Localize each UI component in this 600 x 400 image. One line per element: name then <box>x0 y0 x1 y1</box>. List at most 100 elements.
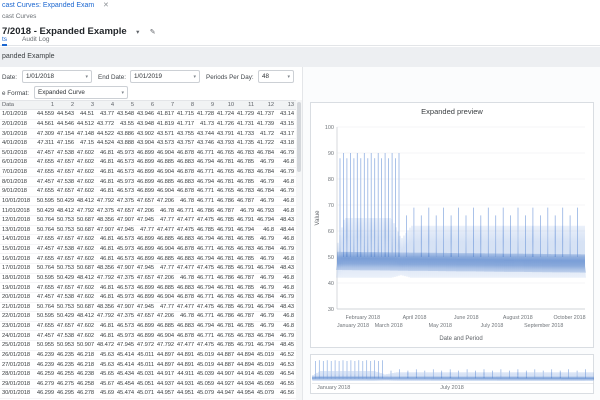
svg-text:90: 90 <box>328 151 334 157</box>
row-date: 24/01/2018 <box>2 332 31 339</box>
table-row[interactable]: 4/01/2018 47.311 47.156 47.15 44.524 43.888 43… <box>0 139 296 149</box>
cell-value: 46.787 <box>216 207 234 214</box>
table-row[interactable]: 18/01/2018 50.595 50.429 48.412 47.792 47.375… <box>0 274 296 284</box>
document-tab[interactable]: cast Curves: Expanded Exam <box>2 2 94 9</box>
table-row[interactable]: 3/01/2018 47.309 47.154 47.148 44.522 43.886 4… <box>0 129 296 139</box>
cell-value: 46.55 <box>279 380 294 387</box>
cell-value: 46.885 <box>156 323 174 330</box>
table-row[interactable]: 14/01/2018 47.655 47.657 47.602 46.81 46.573 4… <box>0 235 296 245</box>
tab-audit-log[interactable]: Audit Log <box>22 34 49 46</box>
periods-per-day-select[interactable]: 48 ▾ <box>258 70 294 83</box>
row-date: 22/01/2018 <box>2 313 31 320</box>
cell-value: 43.902 <box>136 130 154 137</box>
table-row[interactable]: 20/01/2018 47.457 47.538 47.602 46.81 45.973 4… <box>0 293 296 303</box>
cell-value: 47.375 <box>116 197 134 204</box>
cell-value: 46.79 <box>259 197 274 204</box>
cell-value: 43.548 <box>116 111 134 118</box>
cell-value: 46.771 <box>196 246 214 253</box>
cell-value: 41.733 <box>236 130 254 137</box>
close-icon[interactable]: ✕ <box>103 1 109 9</box>
svg-text:Date and Period: Date and Period <box>439 336 482 342</box>
cell-value: 46.885 <box>156 255 174 262</box>
svg-text:Value: Value <box>315 210 321 226</box>
table-row[interactable]: 13/01/2018 50.764 50.753 50.687 47.907 47.945… <box>0 226 296 236</box>
scrollbar-thumb[interactable] <box>297 102 301 172</box>
cell-value: 46.295 <box>56 390 74 397</box>
svg-text:70: 70 <box>328 203 334 209</box>
cell-value: 46.883 <box>176 236 194 243</box>
cell-value: 47.148 <box>76 130 94 137</box>
cell-value: 46.785 <box>236 236 254 243</box>
end-date-select[interactable]: 1/01/2019 ▾ <box>130 70 200 83</box>
table-row[interactable]: 5/01/2018 47.457 47.538 47.602 46.81 45.973 46… <box>0 149 296 159</box>
cell-value: 46.785 <box>236 323 254 330</box>
table-row[interactable]: 25/01/2018 50.955 50.953 50.907 48.472 47.945… <box>0 341 296 351</box>
table-row[interactable]: 6/01/2018 47.655 47.657 47.602 46.81 46.573 46… <box>0 158 296 168</box>
table-row[interactable]: 21/01/2018 50.764 50.753 50.687 48.356 47.907… <box>0 303 296 313</box>
chevron-down-icon: ▾ <box>121 89 124 96</box>
start-date-value: 1/01/2018 <box>26 73 55 80</box>
tab-results[interactable]: ts <box>2 34 8 46</box>
table-row[interactable]: 11/01/2018 50.429 48.412 47.792 47.375 47.657… <box>0 206 296 216</box>
table-row[interactable]: 27/01/2018 46.239 46.235 46.218 45.63 45.414 4… <box>0 360 296 370</box>
curve-format-select[interactable]: Expanded Curve ▾ <box>34 86 128 99</box>
table-row[interactable]: 28/01/2018 46.259 46.255 46.238 45.65 45.434 4… <box>0 370 296 380</box>
table-row[interactable]: 22/01/2018 50.595 50.429 48.412 47.792 47.375… <box>0 312 296 322</box>
cell-value: 46.883 <box>176 323 194 330</box>
cell-value: 46.794 <box>196 236 214 243</box>
table-row[interactable]: 15/01/2018 47.457 47.538 47.602 46.81 45.973 4… <box>0 245 296 255</box>
cell-value: 46.299 <box>36 390 54 397</box>
table-row[interactable]: 1/01/2018 44.559 44.543 44.51 43.77 43.548 43.… <box>0 110 296 120</box>
table-row[interactable]: 10/01/2018 50.595 50.429 48.412 47.792 47.375… <box>0 197 296 207</box>
navigator-plot[interactable] <box>312 358 594 384</box>
cell-value: 48.356 <box>96 303 114 310</box>
cell-value: 47.375 <box>116 274 134 281</box>
cell-value: 46.784 <box>256 332 274 339</box>
cell-value: 46.278 <box>76 390 94 397</box>
cell-value: 46.765 <box>216 149 234 156</box>
cell-value: 47.907 <box>116 217 134 224</box>
table-row[interactable]: 16/01/2018 47.655 47.657 47.602 46.81 46.573 4… <box>0 254 296 264</box>
cell-value: 47.945 <box>136 303 154 310</box>
cell-value: 47.945 <box>116 342 134 349</box>
cell-value: 44.911 <box>177 371 194 378</box>
svg-text:80: 80 <box>328 177 334 183</box>
table-row[interactable]: 29/01/2018 46.279 46.275 46.258 45.67 45.454 4… <box>0 380 296 390</box>
table-row[interactable]: 12/01/2018 50.764 50.753 50.687 48.356 47.907… <box>0 216 296 226</box>
start-date-select[interactable]: 1/01/2018 ▾ <box>22 70 92 83</box>
table-row[interactable]: 2/01/2018 44.561 44.546 44.512 43.772 43.55 43… <box>0 120 296 130</box>
cell-value: 46.771 <box>196 332 214 339</box>
chevron-down-icon: ▾ <box>85 73 88 80</box>
cell-value: 41.737 <box>256 111 274 118</box>
table-row[interactable]: 26/01/2018 46.239 46.235 46.218 45.63 45.414 4… <box>0 351 296 361</box>
cell-value: 41.739 <box>256 120 274 127</box>
data-table: Data 1 2 3 4 5 6 7 8 9 10 11 12 13 1/01/2018 44.559 44.… <box>0 100 296 400</box>
cell-value: 46.784 <box>256 169 274 176</box>
cell-value: 47.375 <box>96 207 114 214</box>
cell-value: 50.429 <box>56 197 74 204</box>
table-row[interactable]: 9/01/2018 47.655 47.657 47.602 46.81 46.573 46… <box>0 187 296 197</box>
table-row[interactable]: 23/01/2018 47.655 47.657 47.602 46.81 46.573 4… <box>0 322 296 332</box>
col-header-period: 8 <box>190 102 194 108</box>
cell-value: 46.784 <box>256 188 274 195</box>
table-row[interactable]: 8/01/2018 47.457 47.538 47.602 46.81 45.973 46… <box>0 177 296 187</box>
table-row[interactable]: 17/01/2018 50.764 50.753 50.687 48.356 47.907… <box>0 264 296 274</box>
cell-value: 45.63 <box>99 351 114 358</box>
cell-value: 47.655 <box>36 236 54 243</box>
range-navigator[interactable]: January 2018 July 2018 <box>310 354 594 394</box>
row-date: 2/01/2018 <box>2 120 27 127</box>
table-row[interactable]: 30/01/2018 46.299 46.295 46.278 45.69 45.474 4… <box>0 389 296 399</box>
cell-value: 47.457 <box>36 294 54 301</box>
cell-value: 50.687 <box>76 265 94 272</box>
cell-value: 46.771 <box>196 313 214 320</box>
cell-value: 41.715 <box>176 111 194 118</box>
cell-value: 44.897 <box>156 351 174 358</box>
chart-title: Expanded preview <box>421 107 483 116</box>
cell-value: 48.412 <box>76 274 94 281</box>
cell-value: 46.81 <box>99 255 114 262</box>
svg-text:30: 30 <box>328 307 334 313</box>
table-row[interactable]: 19/01/2018 47.655 47.657 47.602 46.81 46.573 4… <box>0 283 296 293</box>
table-row[interactable]: 7/01/2018 47.655 47.657 47.602 46.81 46.573 46… <box>0 168 296 178</box>
breadcrumb[interactable]: cast Curves <box>2 13 36 20</box>
table-row[interactable]: 24/01/2018 47.457 47.538 47.602 46.81 45.973 4… <box>0 331 296 341</box>
